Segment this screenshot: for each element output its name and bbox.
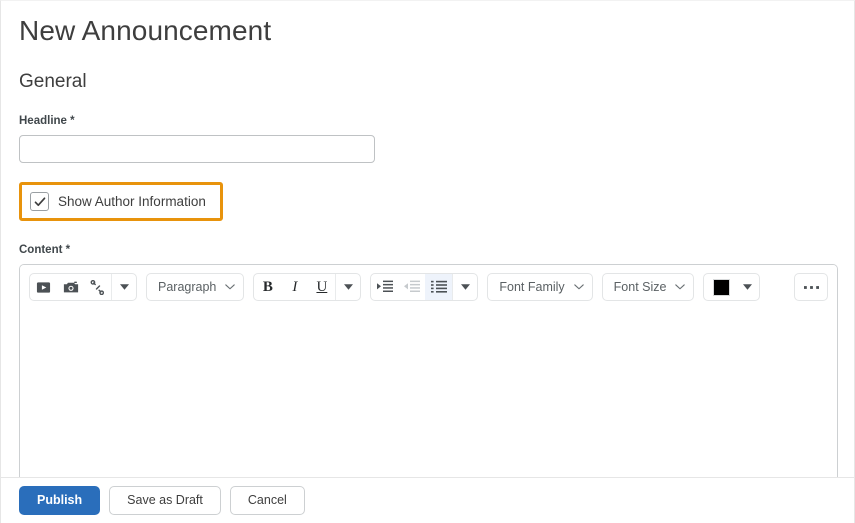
page-title: New Announcement	[19, 15, 272, 46]
paragraph-format-select[interactable]: Paragraph	[147, 274, 243, 300]
chevron-down-icon	[675, 284, 686, 290]
toolbar-group-text-style: B I U	[253, 273, 362, 301]
editor-content-area[interactable]	[20, 309, 837, 482]
chevron-down-icon	[573, 284, 584, 290]
text-style-more-caret-icon[interactable]	[336, 274, 360, 300]
section-heading-general: General	[19, 71, 87, 92]
text-color-swatch[interactable]	[713, 278, 731, 296]
toolbar-group-font-size: Font Size	[601, 273, 695, 301]
editor-toolbar: Paragraph B I U Font Family Font Size	[20, 265, 837, 309]
new-announcement-page: New Announcement General Headline * Show…	[0, 0, 855, 523]
chevron-down-icon	[225, 284, 236, 290]
insert-image-icon[interactable]	[57, 274, 84, 300]
show-author-information-highlight: Show Author Information	[19, 182, 223, 221]
toolbar-group-overflow	[794, 273, 828, 301]
paragraph-format-label: Paragraph	[158, 280, 217, 294]
toolbar-group-font-family: Font Family	[487, 273, 593, 301]
toolbar-group-text-color	[703, 273, 761, 301]
toolbar-group-lists-indent	[370, 273, 479, 301]
insert-link-icon[interactable]	[84, 274, 111, 300]
bulleted-list-icon[interactable]	[425, 274, 453, 300]
content-label: Content *	[19, 243, 836, 257]
publish-button[interactable]: Publish	[19, 486, 101, 515]
content-field-group: Content * Paragraph B I U Font Family Fo…	[19, 221, 838, 511]
font-size-label: Font Size	[613, 280, 667, 294]
font-family-select[interactable]: Font Family	[488, 274, 591, 300]
toolbar-group-block-format: Paragraph	[146, 273, 245, 301]
content-label-text: Content	[19, 244, 63, 256]
bold-button-label: B	[262, 278, 273, 295]
font-family-label: Font Family	[499, 280, 565, 294]
italic-button-label: I	[292, 278, 298, 295]
toolbar-overflow-icon[interactable]	[795, 274, 827, 300]
lists-more-caret-icon[interactable]	[453, 274, 477, 300]
indent-decrease-icon[interactable]	[398, 274, 425, 300]
text-color-caret-icon[interactable]	[735, 274, 759, 300]
headline-label-text: Headline	[19, 115, 67, 127]
font-size-select[interactable]: Font Size	[603, 274, 694, 300]
insert-more-caret-icon[interactable]	[112, 274, 136, 300]
rich-text-editor: Paragraph B I U Font Family Font Size	[19, 264, 838, 511]
italic-button[interactable]: I	[281, 274, 308, 300]
underline-button-label: U	[316, 278, 328, 295]
headline-label: Headline *	[19, 114, 836, 128]
show-author-information-checkbox[interactable]	[30, 192, 49, 211]
underline-button[interactable]: U	[308, 274, 335, 300]
show-author-information-label: Show Author Information	[58, 194, 206, 209]
headline-field-group: Headline *	[19, 94, 836, 163]
insert-media-icon[interactable]	[30, 274, 57, 300]
bold-button[interactable]: B	[254, 274, 281, 300]
page-content: New Announcement General Headline * Show…	[1, 1, 854, 511]
headline-required-marker: *	[70, 115, 75, 127]
checkmark-icon	[34, 196, 45, 206]
indent-increase-icon[interactable]	[371, 274, 398, 300]
toolbar-group-insert	[29, 273, 137, 301]
footer-action-bar: Publish Save as Draft Cancel	[1, 477, 854, 523]
cancel-button[interactable]: Cancel	[229, 486, 305, 515]
headline-input[interactable]	[19, 135, 375, 163]
save-as-draft-button[interactable]: Save as Draft	[109, 486, 221, 515]
content-required-marker: *	[65, 244, 71, 256]
